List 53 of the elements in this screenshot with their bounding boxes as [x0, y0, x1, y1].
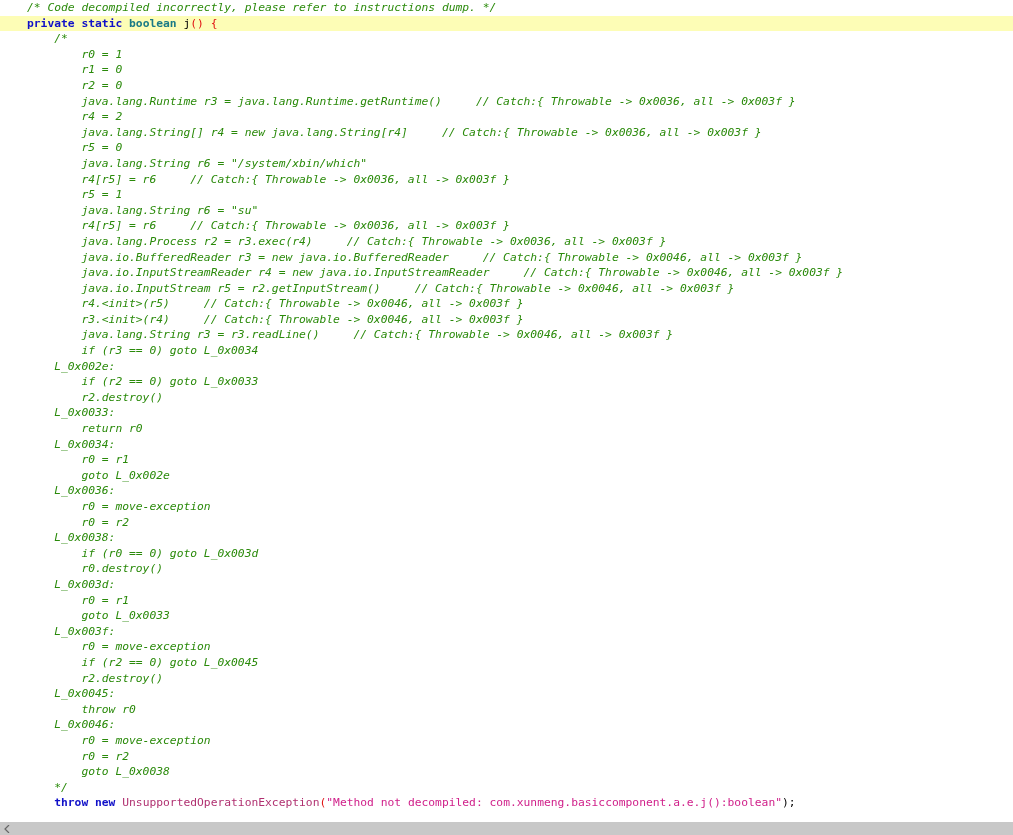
- comment-line: java.lang.Runtime r3 = java.lang.Runtime.getRuntime() // Catch:{ Throwable -> 0x0036, all -> 0x003f }: [80, 93, 797, 110]
- comment-line: r0 = r1: [80, 592, 131, 609]
- comment-line: r1 = 0: [80, 62, 124, 78]
- comment-line: r0 = move-exception: [80, 732, 212, 749]
- comment-line: L_0x0038:: [53, 530, 117, 546]
- comment-line: r0 = 1: [80, 46, 124, 63]
- comment-line: if (r2 == 0) goto L_0x0045: [80, 654, 260, 671]
- comment-line: if (r3 == 0) goto L_0x0034: [80, 343, 260, 359]
- comment-line: r0 = move-exception: [80, 639, 212, 655]
- comment-line: java.lang.String r3 = r3.readLine() // Catch:{ Throwable -> 0x0046, all -> 0x003f }: [80, 327, 675, 344]
- scroll-left-icon[interactable]: [4, 824, 10, 833]
- code-line: throw new UnsupportedOperationException("Method not decompiled: com.xunmeng.basiccomponent.a.e.j():boolean");: [53, 795, 797, 811]
- comment-line: /*: [53, 31, 69, 47]
- comment-line: L_0x003f:: [53, 623, 117, 640]
- comment-line: throw r0: [80, 701, 137, 718]
- comment-line: r4[r5] = r6 // Catch:{ Throwable -> 0x0036, all -> 0x003f }: [80, 218, 511, 234]
- comment-line: java.io.BufferedReader r3 = new java.io.BufferedReader // Catch:{ Throwable -> 0x0046, all -> 0x003f }: [80, 249, 804, 266]
- comment-line: goto L_0x002e: [80, 467, 171, 484]
- comment-line: r4.<init>(r5) // Catch:{ Throwable -> 0x0046, all -> 0x003f }: [80, 296, 525, 312]
- comment-line: java.io.InputStreamReader r4 = new java.io.InputStreamReader // Catch:{ Throwable -> 0x0046, all -> 0x003f }: [80, 265, 845, 281]
- comment-line: java.lang.String[] r4 = new java.lang.String[r4] // Catch:{ Throwable -> 0x0036, all -> 0x003f }: [80, 124, 763, 141]
- horizontal-scrollbar[interactable]: [0, 822, 1013, 835]
- comment-line: L_0x003d:: [53, 576, 117, 593]
- comment-line: r4 = 2: [80, 109, 124, 125]
- comment-line: java.lang.Process r2 = r3.exec(r4) // Catch:{ Throwable -> 0x0036, all -> 0x003f }: [80, 233, 668, 250]
- comment-line: L_0x0033:: [53, 405, 117, 422]
- comment-line: L_0x0036:: [53, 483, 117, 499]
- comment-line: if (r0 == 0) goto L_0x003d: [80, 545, 260, 562]
- comment-line: L_0x002e:: [53, 358, 117, 375]
- comment-line: return r0: [80, 421, 144, 437]
- comment-line: L_0x0046:: [53, 717, 117, 733]
- comment-line: /* Code decompiled incorrectly, please refer to instructions dump. */: [26, 0, 498, 16]
- comment-line: java.lang.String r6 = "su": [80, 202, 260, 219]
- comment-line: L_0x0034:: [53, 436, 117, 453]
- comment-line: r4[r5] = r6 // Catch:{ Throwable -> 0x0036, all -> 0x003f }: [80, 171, 511, 188]
- comment-line: goto L_0x0038: [80, 764, 171, 780]
- comment-line: r3.<init>(r4) // Catch:{ Throwable -> 0x0046, all -> 0x003f }: [80, 311, 525, 328]
- comment-line: if (r2 == 0) goto L_0x0033: [80, 374, 260, 390]
- comment-line: r2.destroy(): [80, 670, 165, 687]
- comment-line: r0 = r1: [80, 452, 131, 468]
- comment-line: L_0x0045:: [53, 686, 117, 702]
- comment-line: */: [53, 779, 69, 796]
- comment-line: r0.destroy(): [80, 561, 165, 577]
- comment-line: r0 = move-exception: [80, 499, 212, 515]
- comment-line: r5 = 1: [80, 187, 124, 203]
- comment-line: r2.destroy(): [80, 389, 165, 406]
- comment-line: r5 = 0: [80, 140, 124, 156]
- comment-line: java.io.InputStream r5 = r2.getInputStream() // Catch:{ Throwable -> 0x0046, all -> 0x003f }: [80, 280, 736, 297]
- comment-line: r0 = r2: [80, 514, 131, 531]
- comment-line: goto L_0x0033: [80, 608, 171, 624]
- comment-line: r0 = r2: [80, 748, 131, 765]
- comment-line: r2 = 0: [80, 77, 124, 94]
- comment-line: java.lang.String r6 = "/system/xbin/which": [80, 155, 369, 172]
